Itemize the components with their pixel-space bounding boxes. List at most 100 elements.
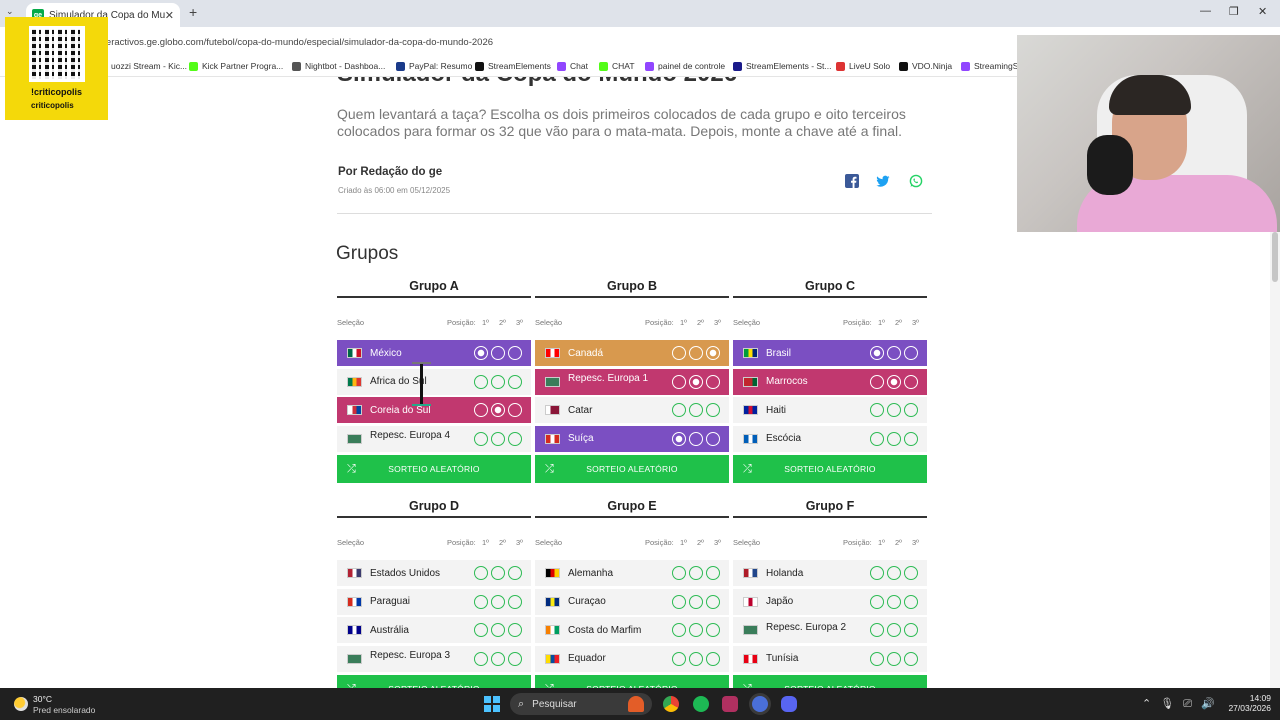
position-2-radio[interactable]: [689, 431, 703, 446]
position-3-radio[interactable]: [904, 431, 918, 446]
obs-icon[interactable]: [752, 696, 768, 712]
position-3-radio[interactable]: [904, 346, 918, 360]
bookmark-item[interactable]: StreamElements - St...: [733, 61, 832, 71]
weather-description[interactable]: Pred ensolarado: [33, 705, 95, 715]
position-3-radio[interactable]: [904, 374, 918, 389]
position-1-radio[interactable]: [672, 651, 686, 666]
position-2-radio[interactable]: [491, 623, 505, 638]
position-1-radio[interactable]: [474, 623, 488, 638]
spotify-icon[interactable]: [693, 696, 709, 712]
team-row[interactable]: Costa do Marfim: [535, 617, 729, 644]
position-2-radio[interactable]: [887, 594, 901, 609]
taskbar-app-icon[interactable]: [628, 696, 644, 712]
tab-list-icon[interactable]: ⌄: [6, 6, 14, 17]
scrollbar-track[interactable]: [1270, 232, 1280, 688]
random-draw-button[interactable]: ⤮ SORTEIO ALEATÓRIO: [337, 454, 531, 483]
position-3-radio[interactable]: [706, 651, 720, 666]
restore-icon[interactable]: ❐: [1229, 5, 1239, 18]
bookmark-item[interactable]: Nightbot - Dashboa...: [292, 61, 385, 71]
position-1-radio[interactable]: [870, 403, 884, 418]
close-window-icon[interactable]: ✕: [1258, 5, 1267, 18]
close-tab-icon[interactable]: ✕: [165, 9, 174, 22]
team-row[interactable]: Repesc. Europa 3: [337, 645, 531, 672]
bookmark-item[interactable]: VDO.Ninja: [899, 61, 952, 71]
position-2-radio[interactable]: [887, 566, 901, 580]
position-2-radio[interactable]: [689, 403, 703, 418]
position-2-radio[interactable]: [491, 403, 505, 418]
position-2-radio[interactable]: [689, 594, 703, 609]
bookmark-item[interactable]: LiveU Solo: [836, 61, 890, 71]
team-row[interactable]: Repesc. Europa 1: [535, 368, 729, 395]
position-1-radio[interactable]: [870, 623, 884, 638]
twitter-share-icon[interactable]: [876, 174, 890, 188]
bookmark-item[interactable]: painel de controle: [645, 61, 725, 71]
team-row[interactable]: Escócia: [733, 425, 927, 452]
random-draw-button[interactable]: ⤮ SORTEIO ALEATÓRIO: [535, 454, 729, 483]
windows-start-icon[interactable]: [484, 696, 500, 712]
team-row[interactable]: Estados Unidos: [337, 560, 531, 586]
team-row[interactable]: África do Sul: [337, 368, 531, 395]
bookmark-item[interactable]: StreamingS: [961, 61, 1018, 71]
team-row[interactable]: Japão: [733, 588, 927, 615]
position-2-radio[interactable]: [887, 346, 901, 360]
team-row[interactable]: Paraguai: [337, 588, 531, 615]
scrollbar-thumb[interactable]: [1272, 232, 1278, 282]
team-row[interactable]: Austrália: [337, 617, 531, 644]
position-1-radio[interactable]: [474, 431, 488, 446]
position-3-radio[interactable]: [904, 566, 918, 580]
position-1-radio[interactable]: [870, 374, 884, 389]
chrome-icon[interactable]: [663, 696, 679, 712]
position-1-radio[interactable]: [672, 403, 686, 418]
position-1-radio[interactable]: [672, 431, 686, 446]
bookmark-item[interactable]: Kick Partner Progra...: [189, 61, 283, 71]
position-1-radio[interactable]: [672, 623, 686, 638]
position-3-radio[interactable]: [508, 566, 522, 580]
position-2-radio[interactable]: [887, 651, 901, 666]
bookmark-item[interactable]: CHAT: [599, 61, 635, 71]
position-3-radio[interactable]: [508, 403, 522, 418]
new-tab-icon[interactable]: +: [189, 4, 197, 20]
whatsapp-share-icon[interactable]: [909, 174, 923, 188]
position-3-radio[interactable]: [706, 374, 720, 389]
team-row[interactable]: Canadá: [535, 340, 729, 366]
position-3-radio[interactable]: [904, 594, 918, 609]
bookmark-item[interactable]: StreamElements: [475, 61, 551, 71]
url-field[interactable]: nteractivos.ge.globo.com/futebol/copa-do…: [98, 37, 493, 48]
position-2-radio[interactable]: [491, 566, 505, 580]
position-3-radio[interactable]: [706, 594, 720, 609]
position-3-radio[interactable]: [508, 594, 522, 609]
position-2-radio[interactable]: [491, 431, 505, 446]
bookmark-item[interactable]: PayPal: Resumo: [396, 61, 472, 71]
team-row[interactable]: Haiti: [733, 397, 927, 424]
minimize-icon[interactable]: —: [1200, 5, 1211, 17]
position-2-radio[interactable]: [689, 374, 703, 389]
weather-sun-icon[interactable]: [14, 697, 28, 711]
position-2-radio[interactable]: [491, 651, 505, 666]
bookmark-item[interactable]: Chat: [557, 61, 588, 71]
position-2-radio[interactable]: [689, 651, 703, 666]
position-3-radio[interactable]: [706, 431, 720, 446]
position-1-radio[interactable]: [870, 594, 884, 609]
position-2-radio[interactable]: [887, 623, 901, 638]
position-1-radio[interactable]: [474, 594, 488, 609]
position-1-radio[interactable]: [870, 651, 884, 666]
position-1-radio[interactable]: [474, 374, 488, 389]
position-3-radio[interactable]: [508, 431, 522, 446]
system-tray-icons[interactable]: ⌃🎙⎚🔊: [1142, 697, 1224, 711]
team-row[interactable]: Repesc. Europa 4: [337, 425, 531, 452]
position-1-radio[interactable]: [672, 594, 686, 609]
discord-icon[interactable]: [781, 696, 797, 712]
position-1-radio[interactable]: [672, 346, 686, 360]
position-3-radio[interactable]: [904, 403, 918, 418]
position-1-radio[interactable]: [474, 346, 488, 360]
position-2-radio[interactable]: [491, 346, 505, 360]
position-2-radio[interactable]: [689, 623, 703, 638]
position-1-radio[interactable]: [474, 403, 488, 418]
position-3-radio[interactable]: [706, 346, 720, 360]
position-3-radio[interactable]: [904, 623, 918, 638]
position-3-radio[interactable]: [508, 374, 522, 389]
team-row[interactable]: Suíça: [535, 425, 729, 452]
clock[interactable]: 14:09 27/03/2026: [1226, 693, 1271, 713]
team-row[interactable]: Coreia do Sul: [337, 397, 531, 424]
position-2-radio[interactable]: [689, 346, 703, 360]
